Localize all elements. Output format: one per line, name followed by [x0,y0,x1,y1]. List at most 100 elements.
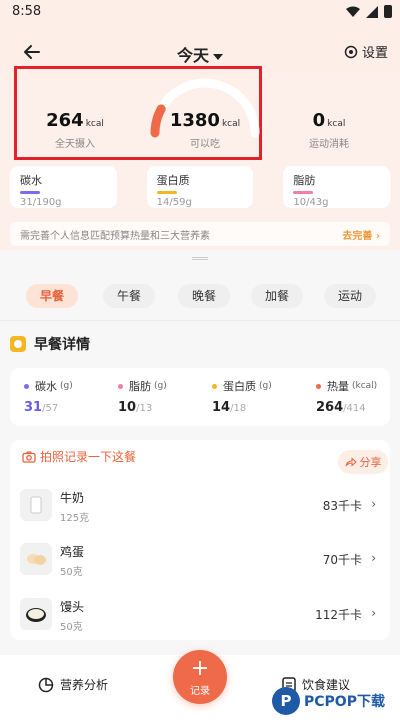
photo-record-button[interactable]: 拍照记录一下这餐 [22,448,136,465]
food-item-milk[interactable]: 牛奶 125克 83千卡 › [20,489,380,525]
tab-snack[interactable]: 加餐 [251,284,304,308]
remaining-summary: 1380 kcal 可以吃 [160,110,250,150]
burned-label: 运动消耗 [309,139,349,150]
food-quantity: 125克 [60,513,90,524]
intake-label: 全天摄入 [55,139,95,150]
watermark-logo: P [272,687,300,715]
drag-handle[interactable] [192,257,208,260]
complete-profile-link[interactable]: 去完善 › [342,227,380,242]
macro-value: 31/190g [20,197,62,208]
macro-value: 10/43g [293,197,329,208]
nutrient-unit: (g) [154,381,167,391]
plus-icon: + [190,656,210,681]
settings-label: 设置 [361,46,388,61]
remaining-label: 可以吃 [190,139,220,150]
macro-name: 蛋白质 [156,174,190,187]
macro-cards: 碳水 31/190g 蛋白质 14/59g 脂肪 10/43g [10,166,391,208]
nutrient-carbs: 碳水 (g) 31/57 [24,378,73,415]
battery-icon [384,5,392,18]
intake-unit: kcal [85,119,104,129]
nutrient-value: 10 [118,400,137,415]
share-button[interactable]: 分享 [338,450,388,474]
food-name: 馒头 [60,600,85,614]
intake-value: 264 [46,110,84,131]
nutrient-unit: (kcal) [352,381,378,391]
intake-summary: 264 kcal 全天摄入 [40,110,110,150]
date-selector[interactable]: 今天 [0,42,400,66]
share-label: 分享 [359,456,382,469]
burned-summary: 0 kcal 运动消耗 [294,110,364,150]
chevron-right-icon: › [371,551,376,565]
egg-thumbnail [20,543,52,575]
carbs-dot [24,383,29,389]
nutrient-value: 264 [316,400,344,415]
nutrient-total: /414 [343,403,366,414]
tab-breakfast[interactable]: 早餐 [26,284,79,308]
status-bar: 8:58 [0,0,400,26]
fat-dot [118,383,123,389]
tab-dinner[interactable]: 晚餐 [178,284,231,308]
watermark-text: PCPOP下载 [304,694,385,710]
breakfast-header: 早餐详情 [10,334,90,354]
nutrient-unit: (g) [259,381,272,391]
macro-progress-bar [20,191,40,194]
settings-button[interactable]: 设置 [344,42,388,61]
food-quantity: 50克 [60,622,83,633]
nutrition-analysis-button[interactable]: 营养分析 [38,676,108,693]
section-title: 早餐详情 [34,337,90,353]
breakfast-icon [10,336,26,352]
status-icons [346,5,392,18]
pie-chart-icon [38,677,54,692]
gear-icon [344,45,358,58]
nutrient-unit: (g) [60,381,73,391]
food-item-egg[interactable]: 鸡蛋 50克 70千卡 › [20,543,380,579]
record-fab-button[interactable]: + 记录 [173,650,227,704]
nutrient-total: /18 [230,403,247,414]
remaining-value: 1380 [169,110,220,131]
food-calories: 112千卡 [315,608,362,622]
food-calories: 70千卡 [322,553,362,567]
top-bar: 今天 设置 [0,38,400,68]
status-time: 8:58 [12,4,42,19]
share-icon [345,457,357,467]
macro-card-protein: 蛋白质 14/59g [146,166,254,208]
egg-icon [27,554,46,565]
nutrient-energy: 热量 (kcal) 264/414 [316,378,377,415]
nutrient-value: 31 [24,400,43,415]
protein-dot [212,383,217,389]
caret-down-icon [213,53,223,60]
meal-tabs: 早餐 午餐 晚餐 加餐 运动 [0,284,400,310]
nutrient-name: 碳水 [35,380,57,393]
nutrient-total: /57 [42,403,59,414]
burned-unit: kcal [327,119,346,129]
remaining-unit: kcal [221,119,241,129]
nutrient-protein: 蛋白质 (g) 14/18 [212,378,272,415]
page-title: 今天 [176,46,209,65]
burned-value: 0 [312,110,326,131]
bun-thumbnail [20,598,52,630]
nutrient-name: 蛋白质 [223,380,256,393]
macro-name: 碳水 [20,174,42,187]
milk-thumbnail [20,489,52,521]
macro-card-carbs: 碳水 31/190g [10,166,117,208]
food-quantity: 50克 [60,567,83,578]
food-name: 牛奶 [60,491,85,505]
photo-prompt-text: 拍照记录一下这餐 [40,450,137,464]
tab-exercise[interactable]: 运动 [324,284,377,308]
tab-lunch[interactable]: 午餐 [103,284,156,308]
nutrient-name: 热量 [327,380,349,393]
nutrient-value: 14 [212,400,231,415]
macro-progress-bar [156,191,177,194]
divider [0,320,400,321]
nutrient-fat: 脂肪 (g) 10/13 [118,378,167,415]
food-item-bun[interactable]: 馒头 50克 112千卡 › [20,598,380,634]
breakfast-nutrients: 碳水 (g) 31/57 脂肪 (g) 10/13 蛋白质 (g) 14/18 热量(… [10,368,390,426]
profile-notice: 需完善个人信息匹配预算热量和三大营养素 去完善 › [10,222,390,246]
notice-text: 需完善个人信息匹配预算热量和三大营养素 [20,231,210,242]
nutrient-name: 脂肪 [129,380,151,393]
watermark: P PCPOP下载 [272,682,400,720]
camera-icon [22,450,36,463]
milk-glass-icon [30,496,42,514]
wifi-icon [346,6,360,17]
macro-value: 14/59g [156,197,192,208]
